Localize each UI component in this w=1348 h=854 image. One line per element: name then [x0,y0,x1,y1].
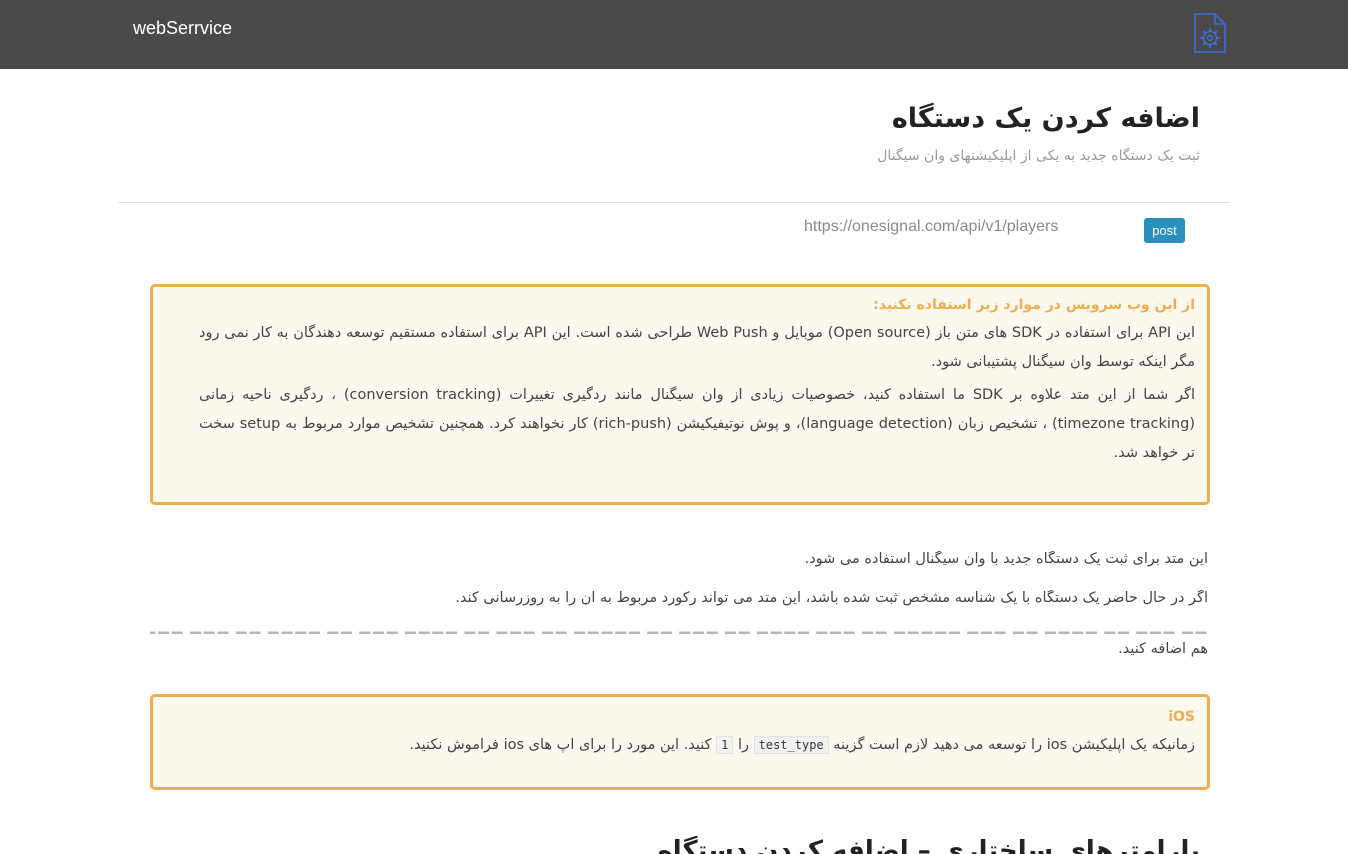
description-line-3-faded: ▬▬ ▬▬▬ ▬▬ ▬▬▬▬ ▬▬ ▬▬▬ ▬▬▬▬▬ ▬▬ ▬▬▬ ▬▬▬▬ … [150,626,1208,634]
description-line-1: این متد برای ثبت یک دستگاه جدید با وان س… [804,551,1208,567]
ios-alert-text: زمانیکه یک اپلیکیشن ios را توسعه می دهید… [199,731,1195,760]
ios-alert: iOS زمانیکه یک اپلیکیشن ios را توسعه می … [150,694,1210,790]
description-line-3-end: هم اضافه کنید. [1118,641,1208,657]
ios-alert-heading: iOS [1168,709,1195,725]
value-one-code: 1 [716,736,734,754]
http-method-badge: post [1144,218,1185,243]
warning-paragraph-1: این API برای استفاده در SDK های متن باز … [199,325,1195,370]
warning-alert: از این وب سرویس در موارد زیر استفاده نکن… [150,284,1210,505]
description-line-2: اگر در حال حاضر یک دستگاه با یک شناسه مش… [455,590,1208,606]
gear-document-icon[interactable] [1193,12,1227,54]
page-subtitle: ثبت یک دستگاه جدید به یکی از اپلیکیشنهای… [877,148,1200,164]
top-navbar: webSerrvice [0,0,1348,69]
warning-paragraph-2: اگر شما از این متد علاوه بر SDK ما استفا… [199,387,1195,461]
ios-text-part-1: زمانیکه یک اپلیکیشن ios را توسعه می دهید… [833,737,1195,753]
ios-text-part-2: را [737,737,750,753]
page-title: اضافه کردن یک دستگاه [891,103,1200,134]
warning-alert-heading: از این وب سرویس در موارد زیر استفاده نکن… [873,297,1195,313]
section-heading-parameters: پارامترهای ساختاری – اضافه کردن دستگاه [657,836,1200,854]
test-type-code: test_type [753,736,829,754]
endpoint-url: https://onesignal.com/api/v1/players [804,218,1059,235]
ios-text-part-3: کنید. این مورد را برای اپ های ios فراموش… [409,737,712,753]
header-divider [118,202,1230,203]
brand-link[interactable]: webSerrvice [133,18,232,39]
